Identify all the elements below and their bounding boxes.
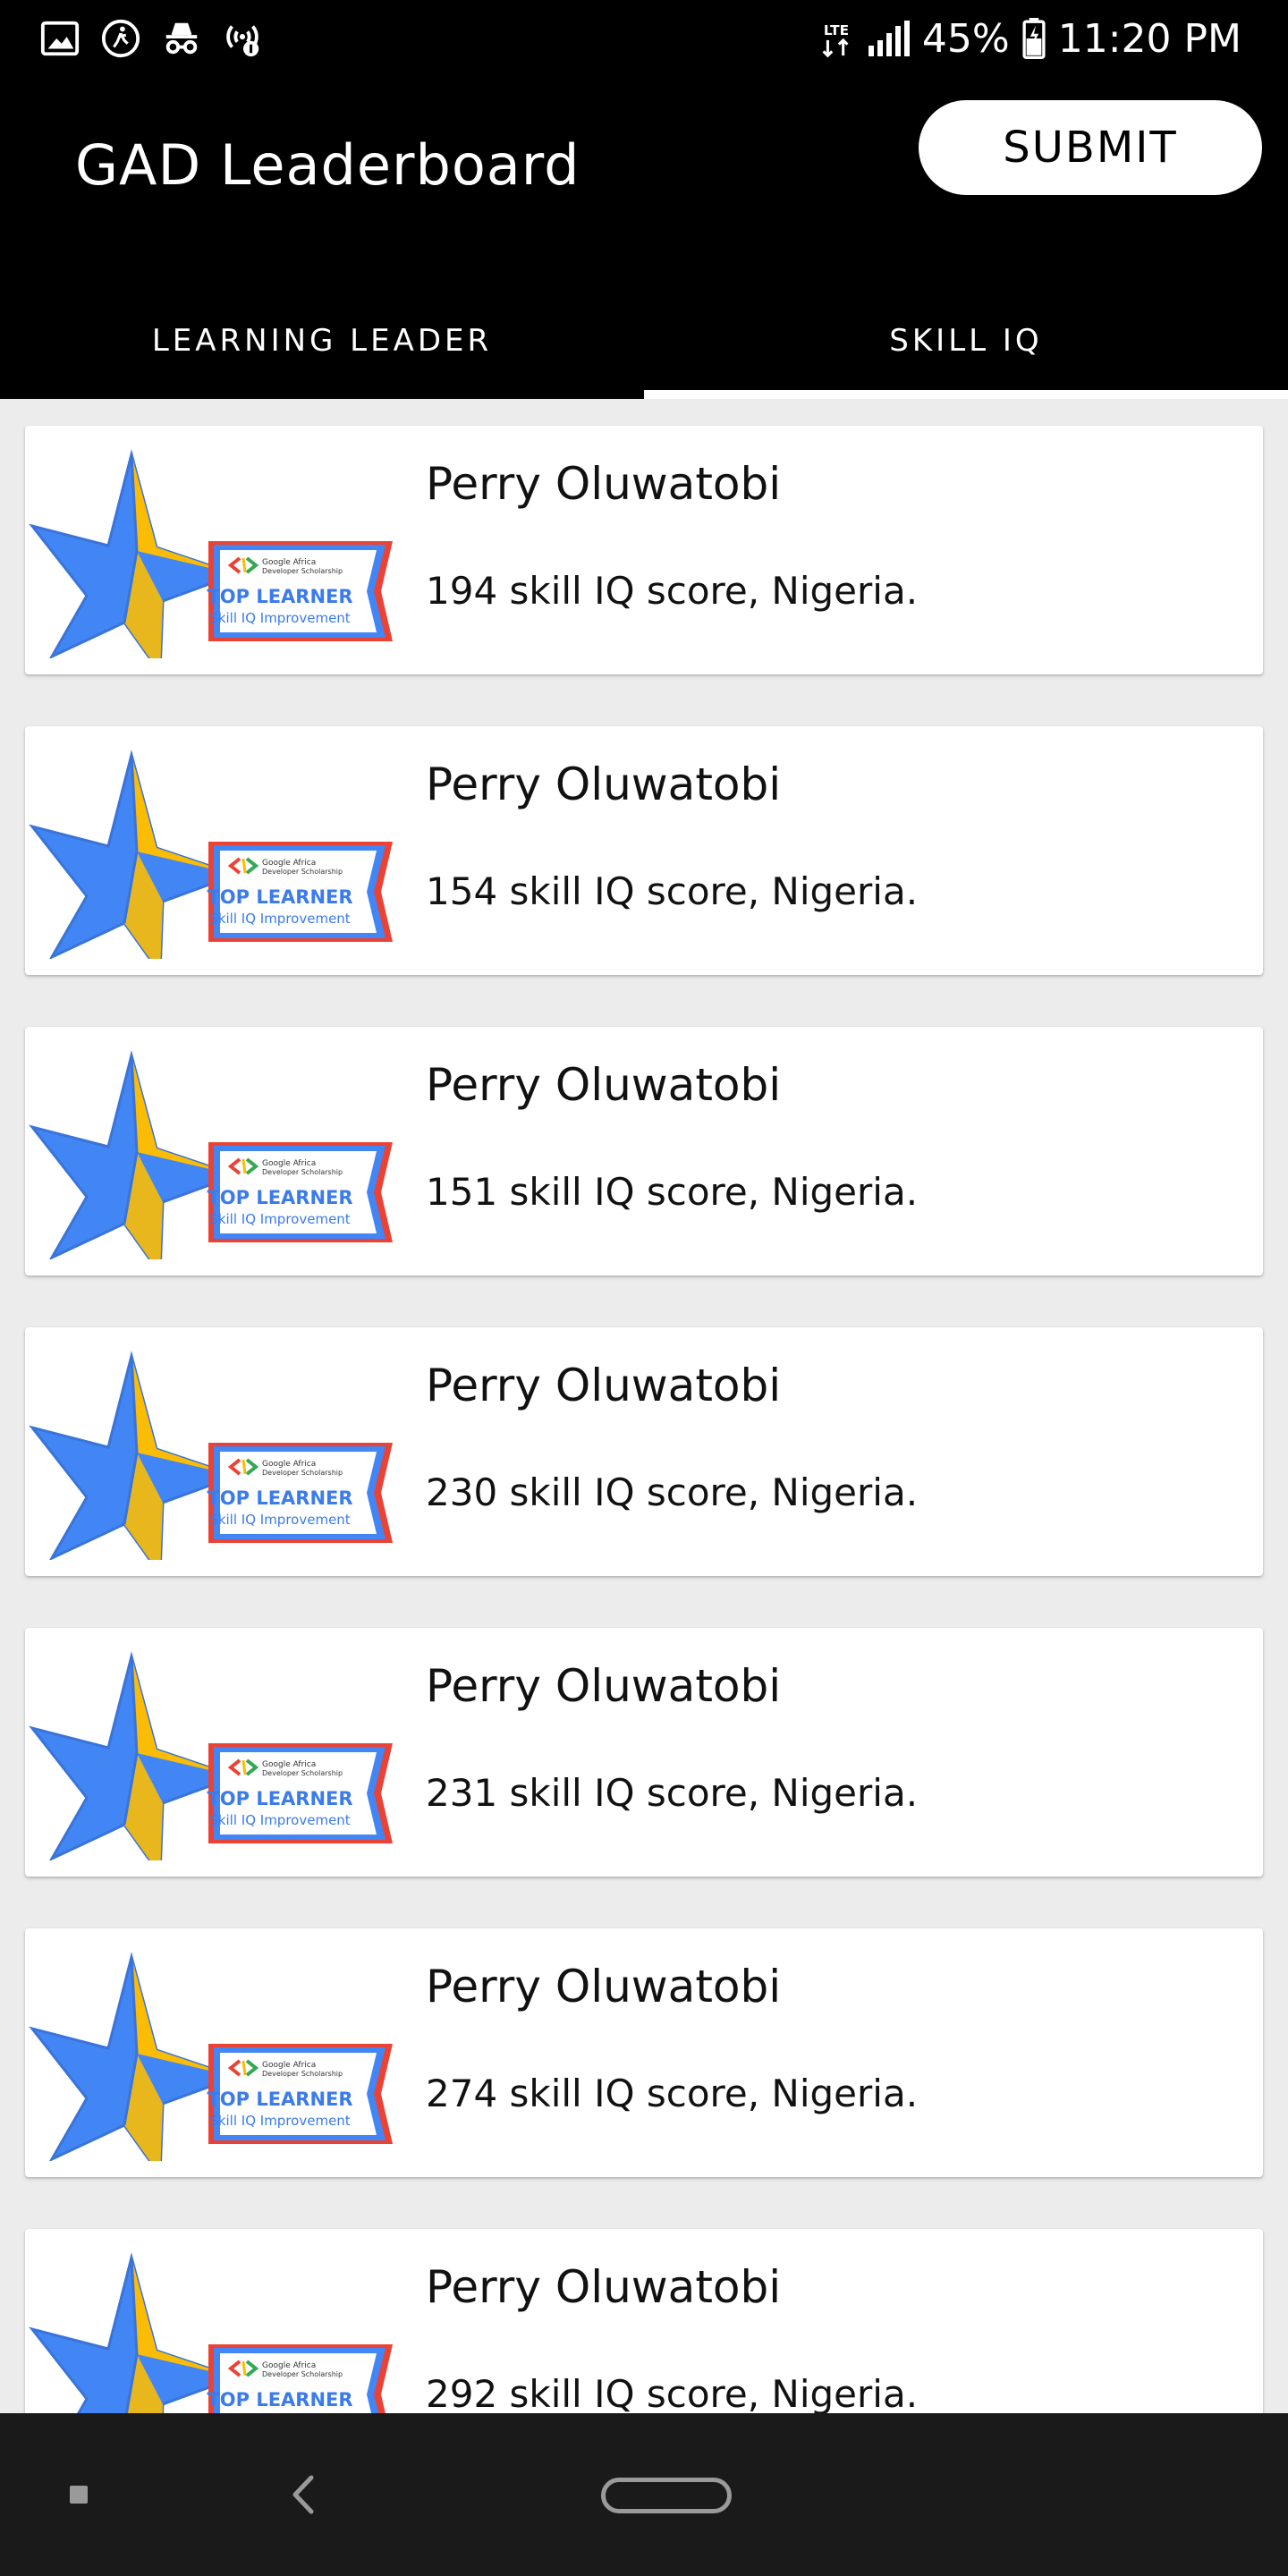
svg-text:Google Africa: Google Africa [262, 1460, 316, 1469]
learner-card[interactable]: Google Africa Developer Scholarship TOP … [25, 426, 1263, 674]
svg-text:Google Africa: Google Africa [262, 859, 316, 868]
system-status: LTE 45% 11:20 PM [818, 14, 1241, 63]
battery-icon [1022, 18, 1046, 59]
top-learner-badge-icon: Google Africa Developer Scholarship TOP … [30, 2256, 394, 2413]
learner-score: 230 skill IQ score, Nigeria. [426, 1470, 919, 1514]
svg-text:LTE: LTE [824, 22, 849, 38]
back-button[interactable] [284, 2472, 320, 2517]
svg-text:Skill IQ Improvement: Skill IQ Improvement [209, 1211, 351, 1227]
svg-text:Google Africa: Google Africa [262, 1760, 316, 1769]
tab-learning-leader[interactable]: LEARNING LEADER [0, 283, 644, 399]
top-learner-badge-icon: Google Africa Developer Scholarship TOP … [30, 453, 394, 658]
svg-text:TOP LEARNER: TOP LEARNER [207, 2389, 352, 2411]
svg-text:Developer Scholarship: Developer Scholarship [262, 868, 343, 876]
hotspot-icon [226, 25, 259, 57]
svg-text:Skill IQ Improvement: Skill IQ Improvement [209, 2113, 351, 2129]
app-title: GAD Leaderboard [75, 132, 580, 198]
svg-text:TOP LEARNER: TOP LEARNER [207, 886, 352, 908]
learner-score: 292 skill IQ score, Nigeria. [426, 2372, 919, 2413]
tab-label: LEARNING LEADER [151, 323, 493, 359]
svg-text:Google Africa: Google Africa [262, 558, 316, 567]
learner-name: Perry Oluwatobi [426, 1961, 782, 2012]
incognito-icon [165, 22, 198, 55]
svg-text:Google Africa: Google Africa [262, 2061, 316, 2070]
learner-score: 231 skill IQ score, Nigeria. [426, 1771, 919, 1815]
svg-text:Developer Scholarship: Developer Scholarship [262, 1769, 343, 1777]
svg-text:Skill IQ Improvement: Skill IQ Improvement [209, 1812, 351, 1828]
status-bar: LTE 45% 11:20 PM [0, 0, 1288, 77]
top-learner-badge-icon: Google Africa Developer Scholarship TOP … [30, 1655, 394, 1860]
learner-card[interactable]: Google Africa Developer Scholarship TOP … [25, 1327, 1263, 1576]
submit-button[interactable]: SUBMIT [919, 100, 1262, 195]
learner-name: Perry Oluwatobi [426, 2261, 782, 2313]
top-learner-badge-icon: Google Africa Developer Scholarship TOP … [30, 1955, 394, 2161]
learner-name: Perry Oluwatobi [426, 1660, 782, 1712]
svg-text:Developer Scholarship: Developer Scholarship [262, 2070, 343, 2078]
learner-name: Perry Oluwatobi [426, 1059, 782, 1111]
battery-percent: 45% [921, 15, 1010, 62]
svg-text:TOP LEARNER: TOP LEARNER [207, 1788, 352, 1809]
learner-name: Perry Oluwatobi [426, 1360, 782, 1411]
top-learner-badge-icon: Google Africa Developer Scholarship TOP … [30, 1054, 394, 1259]
signal-icon [868, 21, 910, 56]
tab-label: SKILL IQ [889, 323, 1043, 359]
learner-score: 194 skill IQ score, Nigeria. [426, 569, 919, 613]
notification-icons [39, 18, 263, 59]
svg-text:Google Africa: Google Africa [262, 2361, 316, 2370]
home-button[interactable] [601, 2478, 732, 2513]
svg-text:Developer Scholarship: Developer Scholarship [262, 1469, 343, 1477]
activity-icon [101, 19, 140, 58]
svg-text:Skill IQ Improvement: Skill IQ Improvement [209, 610, 351, 626]
svg-text:Skill IQ Improvement: Skill IQ Improvement [209, 911, 351, 927]
leaderboard-list: Google Africa Developer Scholarship TOP … [0, 399, 1288, 2413]
top-learner-badge-icon: Google Africa Developer Scholarship TOP … [30, 753, 394, 959]
app-screen: LTE 45% 11:20 PM GAD Leaderboard SUBMIT [0, 0, 1288, 2576]
svg-text:Developer Scholarship: Developer Scholarship [262, 1168, 343, 1176]
app-bar: GAD Leaderboard SUBMIT LEARNING LEADER S… [0, 77, 1288, 399]
learner-card[interactable]: Google Africa Developer Scholarship TOP … [25, 1027, 1263, 1275]
svg-text:TOP LEARNER: TOP LEARNER [207, 1187, 352, 1208]
tab-skill-iq[interactable]: SKILL IQ [644, 283, 1288, 399]
clock: 11:20 PM [1057, 15, 1241, 62]
svg-text:Developer Scholarship: Developer Scholarship [262, 2370, 343, 2378]
learner-card[interactable]: Google Africa Developer Scholarship TOP … [25, 2229, 1263, 2413]
learner-score: 151 skill IQ score, Nigeria. [426, 1170, 919, 1214]
learner-card[interactable]: Google Africa Developer Scholarship TOP … [25, 1628, 1263, 1877]
learner-score: 154 skill IQ score, Nigeria. [426, 869, 919, 913]
svg-text:TOP LEARNER: TOP LEARNER [207, 1487, 352, 1509]
svg-text:Developer Scholarship: Developer Scholarship [262, 567, 343, 575]
svg-text:TOP LEARNER: TOP LEARNER [207, 586, 352, 607]
tab-selected-indicator [644, 390, 1288, 399]
learner-score: 274 skill IQ score, Nigeria. [426, 2072, 919, 2115]
svg-text:Skill IQ Improvement: Skill IQ Improvement [209, 1512, 351, 1528]
learner-card[interactable]: Google Africa Developer Scholarship TOP … [25, 1928, 1263, 2177]
lte-icon: LTE [822, 22, 849, 58]
top-learner-badge-icon: Google Africa Developer Scholarship TOP … [30, 1354, 394, 1560]
svg-text:TOP LEARNER: TOP LEARNER [207, 2089, 352, 2110]
recent-apps-button[interactable] [70, 2486, 88, 2504]
gallery-icon [40, 21, 80, 56]
learner-card[interactable]: Google Africa Developer Scholarship TOP … [25, 726, 1263, 975]
svg-text:Google Africa: Google Africa [262, 1159, 316, 1168]
tab-bar: LEARNING LEADER SKILL IQ [0, 283, 1288, 399]
navigation-bar [0, 2413, 1288, 2576]
learner-name: Perry Oluwatobi [426, 758, 782, 810]
learner-name: Perry Oluwatobi [426, 458, 782, 510]
